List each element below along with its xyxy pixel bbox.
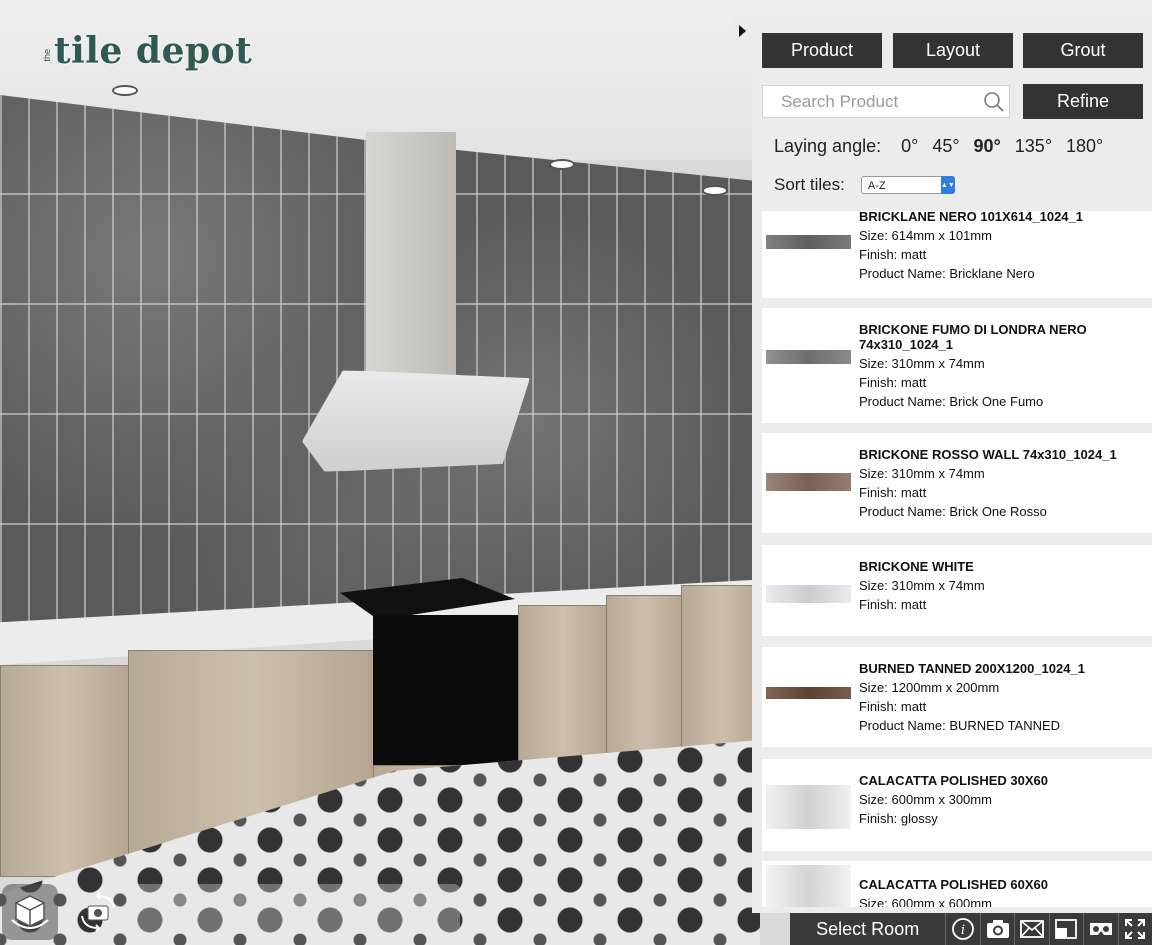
product-info: BRICKONE ROSSO WALL 74x310_1024_1 Size: … bbox=[859, 447, 1129, 521]
product-finish: Finish: glossy bbox=[859, 811, 938, 826]
ceiling-light bbox=[549, 159, 575, 170]
product-card[interactable]: BRICKONE FUMO DI LONDRA NERO 74x310_1024… bbox=[762, 308, 1152, 423]
product-info: BRICKLANE NERO 101X614_1024_1 Size: 614m… bbox=[859, 211, 1129, 283]
email-icon[interactable] bbox=[1014, 913, 1048, 945]
product-info: CALACATTA POLISHED 60X60 Size: 600mm x 6… bbox=[859, 877, 1129, 907]
product-info: CALACATTA POLISHED 30X60 Size: 600mm x 3… bbox=[859, 773, 1129, 828]
product-card[interactable]: CALACATTA POLISHED 60X60 Size: 600mm x 6… bbox=[762, 861, 1152, 907]
sort-select[interactable]: A-Z ▲▼ bbox=[860, 176, 955, 194]
select-arrows-icon: ▲▼ bbox=[940, 176, 955, 194]
search-input[interactable] bbox=[763, 86, 981, 117]
ceiling-light bbox=[702, 185, 728, 196]
product-info: BURNED TANNED 200X1200_1024_1 Size: 1200… bbox=[859, 661, 1129, 735]
vr-icon[interactable] bbox=[1083, 913, 1117, 945]
product-name: Product Name: Bricklane Nero bbox=[859, 266, 1035, 281]
cabinet bbox=[0, 665, 130, 877]
sort-row: Sort tiles: A-Z ▲▼ bbox=[774, 175, 955, 195]
cooker-hood-chimney bbox=[366, 132, 456, 377]
product-size: Size: 1200mm x 200mm bbox=[859, 680, 1000, 695]
product-swatch bbox=[766, 235, 851, 249]
product-finish: Finish: matt bbox=[859, 485, 927, 500]
product-swatch bbox=[766, 585, 851, 603]
product-list[interactable]: BRICKLANE NERO 101X614_1024_1 Size: 614m… bbox=[762, 211, 1152, 907]
brand-prefix: the bbox=[42, 49, 52, 62]
search-box bbox=[762, 85, 1010, 118]
product-title: BRICKONE FUMO DI LONDRA NERO 74x310_1024… bbox=[859, 322, 1087, 352]
camera-icon[interactable] bbox=[979, 913, 1014, 945]
product-card[interactable]: BRICKONE WHITE Size: 310mm x 74mm Finish… bbox=[762, 545, 1152, 636]
angle-option-45[interactable]: 45° bbox=[932, 136, 959, 157]
sort-selected-value: A-Z bbox=[867, 180, 886, 192]
product-name: Product Name: Brick One Fumo bbox=[859, 394, 1044, 409]
cooker-hood bbox=[302, 370, 530, 472]
product-panel: Product Layout Grout Refine Laying angle… bbox=[752, 15, 1152, 913]
product-title: BRICKLANE NERO 101X614_1024_1 bbox=[859, 211, 1083, 224]
angle-option-90[interactable]: 90° bbox=[974, 136, 1001, 157]
info-icon[interactable]: i bbox=[945, 913, 979, 945]
product-finish: Finish: matt bbox=[859, 375, 927, 390]
drawer-unit bbox=[606, 595, 683, 767]
camera-rotate-icon[interactable] bbox=[70, 884, 126, 940]
product-size: Size: 310mm x 74mm bbox=[859, 356, 985, 371]
collapse-arrow-icon[interactable] bbox=[732, 16, 752, 46]
product-title: BURNED TANNED 200X1200_1024_1 bbox=[859, 661, 1085, 676]
brand-logo: the tile depot bbox=[42, 30, 252, 72]
product-swatch bbox=[766, 687, 851, 699]
product-size: Size: 600mm x 300mm bbox=[859, 792, 992, 807]
tab-grout[interactable]: Grout bbox=[1023, 33, 1143, 68]
product-size: Size: 600mm x 600mm bbox=[859, 896, 992, 907]
product-swatch bbox=[766, 865, 851, 907]
select-room-button[interactable]: Select Room bbox=[790, 919, 945, 940]
product-name: Product Name: BURNED TANNED bbox=[859, 718, 1061, 733]
product-finish: Finish: matt bbox=[859, 699, 927, 714]
refine-button[interactable]: Refine bbox=[1023, 84, 1143, 119]
product-size: Size: 310mm x 74mm bbox=[859, 466, 985, 481]
product-title: BRICKONE ROSSO WALL 74x310_1024_1 bbox=[859, 447, 1117, 462]
product-card[interactable]: CALACATTA POLISHED 30X60 Size: 600mm x 3… bbox=[762, 759, 1152, 851]
product-card[interactable]: BURNED TANNED 200X1200_1024_1 Size: 1200… bbox=[762, 647, 1152, 747]
angle-option-135[interactable]: 135° bbox=[1015, 136, 1052, 157]
tab-layout[interactable]: Layout bbox=[893, 33, 1013, 68]
product-name: Product Name: Brick One Rosso bbox=[859, 504, 1047, 519]
product-info: BRICKONE WHITE Size: 310mm x 74mm Finish… bbox=[859, 559, 1129, 614]
brand-name: tile depot bbox=[54, 30, 253, 72]
product-finish: Finish: matt bbox=[859, 247, 927, 262]
product-swatch bbox=[766, 350, 851, 364]
angle-option-0[interactable]: 0° bbox=[901, 136, 918, 157]
angle-option-180[interactable]: 180° bbox=[1066, 136, 1103, 157]
svg-text:i: i bbox=[961, 923, 965, 938]
laying-angle-row: Laying angle: 0° 45° 90° 135° 180° bbox=[774, 136, 1103, 157]
oven bbox=[373, 615, 518, 765]
product-finish: Finish: matt bbox=[859, 597, 927, 612]
product-card[interactable]: BRICKONE ROSSO WALL 74x310_1024_1 Size: … bbox=[762, 433, 1152, 533]
product-title: CALACATTA POLISHED 60X60 bbox=[859, 877, 1049, 892]
cabinet bbox=[681, 585, 762, 747]
product-title: BRICKONE WHITE bbox=[859, 559, 974, 574]
fullscreen-icon[interactable] bbox=[1117, 913, 1152, 945]
product-title: CALACATTA POLISHED 30X60 bbox=[859, 773, 1049, 788]
compare-icon[interactable] bbox=[1048, 913, 1083, 945]
room-thumbnail-strip[interactable] bbox=[130, 884, 460, 934]
search-icon[interactable] bbox=[983, 91, 1005, 118]
ceiling-light bbox=[112, 85, 138, 96]
product-swatch bbox=[766, 785, 851, 829]
product-size: Size: 614mm x 101mm bbox=[859, 228, 992, 243]
product-card[interactable]: BRICKLANE NERO 101X614_1024_1 Size: 614m… bbox=[762, 211, 1152, 298]
product-info: BRICKONE FUMO DI LONDRA NERO 74x310_1024… bbox=[859, 322, 1129, 411]
room-3d-icon[interactable] bbox=[2, 884, 58, 940]
sort-label: Sort tiles: bbox=[774, 175, 845, 194]
laying-angle-label: Laying angle: bbox=[774, 136, 882, 156]
product-size: Size: 310mm x 74mm bbox=[859, 578, 985, 593]
tab-product[interactable]: Product bbox=[762, 33, 882, 68]
bottom-toolbar: Select Room i bbox=[790, 913, 1152, 945]
product-swatch bbox=[766, 473, 851, 491]
